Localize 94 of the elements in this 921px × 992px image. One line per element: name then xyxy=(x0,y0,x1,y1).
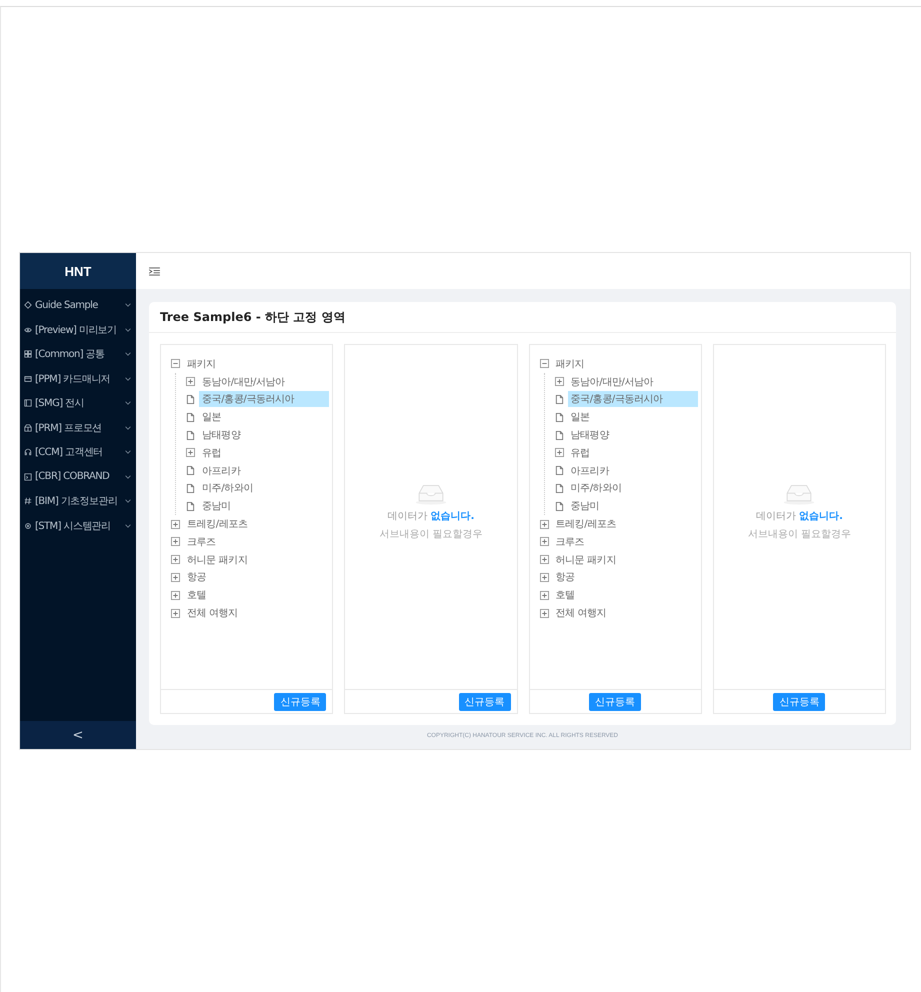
tree-item[interactable]: 일본 xyxy=(199,409,224,426)
menu-item-icon xyxy=(24,350,32,358)
tree-item[interactable]: 항공 xyxy=(552,569,578,586)
sidebar-item[interactable]: [CBR] COBRAND xyxy=(20,464,136,489)
tree-item[interactable]: 트레킹/레포츠 xyxy=(552,516,620,532)
empty-sub-message: 서브내용이 필요할경우 xyxy=(748,528,851,541)
logo: HNT xyxy=(20,253,136,289)
expand-icon[interactable] xyxy=(540,520,548,529)
tree-item[interactable]: 호텔 xyxy=(184,587,210,604)
file-icon xyxy=(554,466,564,476)
tree-item[interactable]: 항공 xyxy=(184,569,210,586)
sidebar-item[interactable]: [Preview] 미리보기 xyxy=(20,318,136,342)
tree-item[interactable]: 중국/홍콩/극동러시아 xyxy=(568,391,698,408)
expand-icon[interactable] xyxy=(171,520,180,529)
menu-item-icon xyxy=(24,399,32,408)
tree-item[interactable]: 중남미 xyxy=(568,498,602,514)
tree-item[interactable]: 아프리카 xyxy=(199,462,244,479)
tree-item[interactable]: 허니문 패키지 xyxy=(184,552,250,568)
empty-inbox-icon xyxy=(414,483,448,505)
file-icon xyxy=(554,484,564,493)
sidebar-item[interactable]: [SMG] 전시 xyxy=(20,391,136,416)
file-icon xyxy=(554,502,564,511)
tree-item[interactable]: 패키지 xyxy=(552,356,588,372)
sidebar-item[interactable]: [CCM] 고객센터 xyxy=(20,440,136,464)
tree-item[interactable]: 패키지 xyxy=(184,356,219,372)
new-register-button[interactable]: 신규등록 xyxy=(274,692,326,710)
tree-item[interactable]: 크루즈 xyxy=(184,534,219,550)
tree-item[interactable]: 중국/홍콩/극동러시아 xyxy=(199,391,329,408)
tree-item[interactable]: 동남아/대만/서남아 xyxy=(199,374,288,390)
expand-icon[interactable] xyxy=(554,448,564,458)
tree-item[interactable]: 전체 여행지 xyxy=(552,605,610,622)
tree-item[interactable]: 아프리카 xyxy=(568,462,612,479)
tree-item[interactable]: 남태평양 xyxy=(199,427,244,444)
tree-item[interactable]: 미주/하와이 xyxy=(568,480,624,496)
new-register-button[interactable]: 신규등록 xyxy=(458,692,510,710)
expand-icon[interactable] xyxy=(186,448,195,458)
menu-item-icon xyxy=(24,497,32,506)
file-icon xyxy=(186,394,195,404)
expand-icon[interactable] xyxy=(171,555,180,564)
tree-item[interactable]: 크루즈 xyxy=(552,534,588,550)
tree-item[interactable]: 전체 여행지 xyxy=(184,605,241,622)
menu-item-icon xyxy=(24,326,32,334)
tree-item[interactable]: 미주/하와이 xyxy=(199,480,256,496)
empty-sub-message: 서브내용이 필요할경우 xyxy=(379,528,482,541)
expand-icon[interactable] xyxy=(554,377,564,386)
file-icon xyxy=(186,466,195,476)
new-register-button[interactable]: 신규등록 xyxy=(589,692,642,710)
sidebar-item[interactable]: Guide Sample xyxy=(20,293,136,318)
empty-message: 데이터가 없습니다. xyxy=(756,510,843,523)
file-icon xyxy=(554,412,564,422)
tree-item[interactable]: 유럽 xyxy=(199,444,224,461)
new-register-button[interactable]: 신규등록 xyxy=(773,692,826,710)
tree-item[interactable]: 일본 xyxy=(568,409,593,426)
file-icon xyxy=(186,412,195,422)
menu-item-icon xyxy=(24,374,32,383)
tree-item[interactable]: 유럽 xyxy=(568,444,593,461)
tree-item[interactable]: 남태평양 xyxy=(568,427,612,444)
file-icon xyxy=(554,394,564,404)
sidebar-item[interactable]: [PPM] 카드매니저 xyxy=(20,366,136,391)
menu-item-icon xyxy=(24,301,32,310)
expand-icon[interactable] xyxy=(171,590,180,600)
tree-item[interactable]: 동남아/대만/서남아 xyxy=(568,374,656,390)
expand-icon[interactable] xyxy=(171,537,180,546)
menu-item-icon xyxy=(24,472,32,481)
empty-inbox-icon xyxy=(782,483,816,505)
collapse-icon[interactable] xyxy=(540,359,548,368)
expand-icon[interactable] xyxy=(540,555,548,564)
tree-item[interactable]: 트레킹/레포츠 xyxy=(184,516,251,532)
file-icon xyxy=(186,484,195,493)
expand-icon[interactable] xyxy=(540,608,548,618)
file-icon xyxy=(186,502,195,511)
page-title: Tree Sample6 - 하단 고정 영역 xyxy=(160,308,346,326)
menu-item-icon xyxy=(24,424,32,432)
menu-icon[interactable] xyxy=(149,266,160,276)
expand-icon[interactable] xyxy=(171,608,180,618)
file-icon xyxy=(186,430,195,440)
expand-icon[interactable] xyxy=(540,590,548,600)
expand-icon[interactable] xyxy=(540,537,548,546)
expand-icon[interactable] xyxy=(186,377,195,386)
sidebar-item[interactable]: [STM] 시스템관리 xyxy=(20,514,136,538)
menu-item-icon xyxy=(24,448,32,456)
empty-message: 데이터가 없습니다. xyxy=(387,510,474,523)
expand-icon[interactable] xyxy=(540,572,548,582)
sidebar-item[interactable]: [PRM] 프로모션 xyxy=(20,416,136,440)
tree-item[interactable]: 허니문 패키지 xyxy=(552,552,619,568)
expand-icon[interactable] xyxy=(171,572,180,582)
tree-item[interactable]: 호텔 xyxy=(552,587,578,604)
tree-item[interactable]: 중남미 xyxy=(199,498,234,514)
sidebar-item[interactable]: [BIM] 기초정보관리 xyxy=(20,489,136,514)
collapse-icon[interactable] xyxy=(171,359,180,368)
collapse-sidebar-button[interactable]: < xyxy=(20,721,136,749)
menu-item-icon xyxy=(24,522,32,530)
sidebar-item[interactable]: [Common] 공통 xyxy=(20,342,136,366)
file-icon xyxy=(554,430,564,440)
